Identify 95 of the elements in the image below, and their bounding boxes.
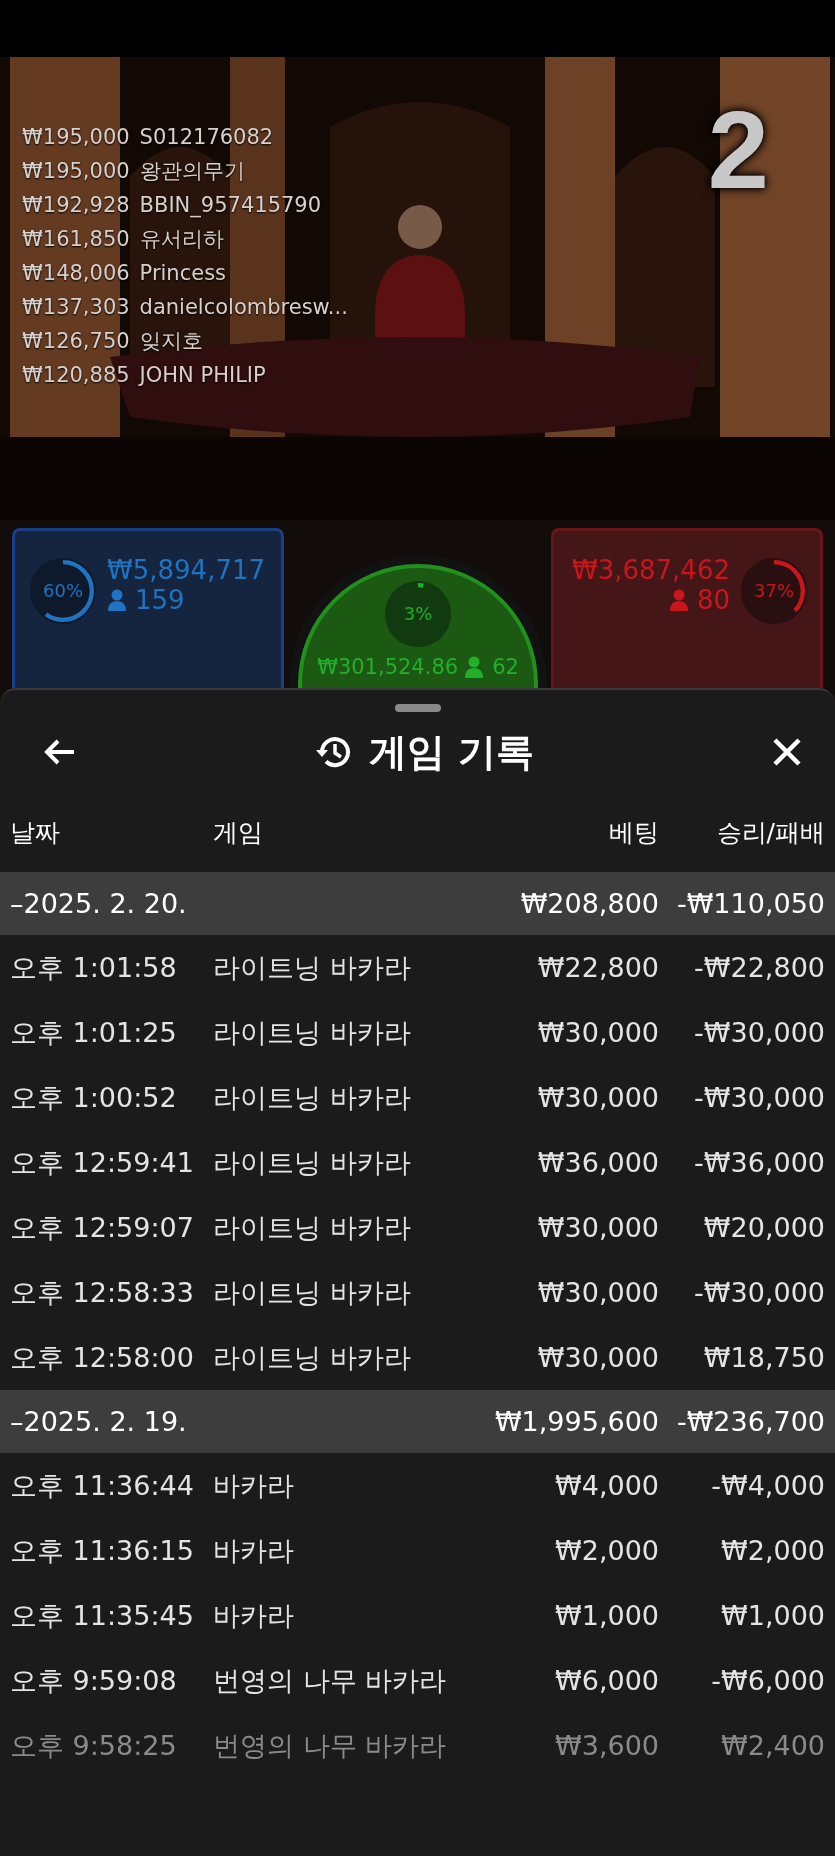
- table-cell-text: 라이트닝 바카라: [213, 1275, 412, 1310]
- table-cell-text: ₩3,600: [554, 1730, 659, 1761]
- column-header: 승리/패배: [715, 816, 825, 849]
- winner-amount: ₩161,850: [22, 226, 130, 253]
- group-bet: ₩1,995,600: [493, 1406, 659, 1437]
- table-cell-text: -₩30,000: [693, 1082, 825, 1113]
- table-cell-text: 라이트닝 바카라: [213, 1080, 412, 1115]
- player-count: 159: [135, 585, 185, 615]
- column-header: 게임: [213, 816, 264, 849]
- table-cell-text: 라이트닝 바카라: [213, 1015, 412, 1050]
- table-cell-text: 오후 12:59:41: [10, 1145, 195, 1180]
- table-cell-text: 오후 9:59:08: [10, 1663, 178, 1698]
- table-cell-text: ₩6,000: [554, 1665, 659, 1696]
- table-cell-text: ₩2,400: [720, 1730, 825, 1761]
- table-cell-text: 라이트닝 바카라: [213, 1340, 412, 1375]
- group-date: –2025. 2. 19.: [10, 1406, 188, 1437]
- person-icon: [107, 589, 127, 611]
- table-cell-text: 바카라: [213, 1598, 295, 1633]
- table-cell-text: -₩36,000: [693, 1147, 825, 1178]
- table-cell-text: ₩30,000: [536, 1342, 659, 1373]
- column-header: 날짜: [10, 816, 61, 849]
- table-cell-text: ₩2,000: [720, 1535, 825, 1566]
- percent-ring: [738, 555, 810, 627]
- winner-amount: ₩148,006: [22, 260, 130, 287]
- table-cell-text: 오후 1:01:25: [10, 1015, 178, 1050]
- winner-name: Princess: [139, 260, 227, 287]
- table-cell-text: 오후 1:00:52: [10, 1080, 178, 1115]
- winner-name: danielcolombresw...: [139, 294, 348, 321]
- table-cell-text: ₩18,750: [702, 1342, 825, 1373]
- percent-label: 37%: [754, 581, 794, 601]
- sheet-title: 게임 기록: [368, 728, 535, 776]
- table-cell-text: ₩30,000: [536, 1212, 659, 1243]
- table-cell-text: ₩20,000: [702, 1212, 825, 1243]
- group-result: -₩110,050: [675, 888, 825, 919]
- table-cell-text: 오후 12:58:33: [10, 1275, 195, 1310]
- winner-amount: ₩195,000: [22, 124, 130, 151]
- player-count: 80: [696, 585, 730, 615]
- percent-ring: [27, 555, 99, 627]
- player-count: 62: [492, 654, 519, 680]
- bet-total: ₩5,894,717: [107, 555, 266, 585]
- table-cell-text: 라이트닝 바카라: [213, 950, 412, 985]
- table-cell-text: ₩30,000: [536, 1017, 659, 1048]
- table-cell-text: 오후 1:01:58: [10, 950, 178, 985]
- table-cell-text: ₩1,000: [720, 1600, 825, 1631]
- table-cell-text: ₩30,000: [536, 1277, 659, 1308]
- percent-label: 60%: [43, 581, 83, 601]
- table-cell-text: ₩22,800: [536, 952, 659, 983]
- table-cell-text: -₩6,000: [710, 1665, 825, 1696]
- percent-ring: [382, 578, 454, 650]
- group-bet: ₩208,800: [519, 888, 659, 919]
- table-cell-text: ₩2,000: [554, 1535, 659, 1566]
- winner-name: S012176082: [139, 124, 274, 151]
- winner-name: JOHN PHILIP: [139, 362, 266, 389]
- table-cell-text: 오후 11:36:15: [10, 1533, 195, 1568]
- table-cell-text: 번영의 나무 바카라: [213, 1663, 448, 1698]
- table-cell-text: ₩1,000: [554, 1600, 659, 1631]
- table-cell-text: 라이트닝 바카라: [213, 1210, 412, 1245]
- drag-handle[interactable]: [394, 704, 441, 712]
- table-cell-text: 바카라: [213, 1468, 295, 1503]
- winner-amount: ₩137,303: [22, 294, 130, 321]
- group-result: -₩236,700: [675, 1406, 825, 1437]
- table-cell-text: -₩22,800: [693, 952, 825, 983]
- winner-amount: ₩120,885: [22, 362, 130, 389]
- column-header: 베팅: [608, 816, 659, 849]
- winner-name: 잊지호: [139, 328, 203, 355]
- percent-label: 3%: [403, 604, 433, 624]
- table-cell-text: ₩30,000: [536, 1082, 659, 1113]
- bet-total: ₩301,524.86: [317, 654, 459, 680]
- winner-amount: ₩126,750: [22, 328, 130, 355]
- table-cell-text: 오후 12:58:00: [10, 1340, 195, 1375]
- winner-name: BBIN_957415790: [139, 192, 322, 219]
- table-cell-text: 번영의 나무 바카라: [213, 1728, 448, 1763]
- bet-total: ₩3,687,462: [571, 555, 730, 585]
- date-group-row[interactable]: –2025. 2. 20. ₩208,800 -₩110,050: [0, 872, 835, 935]
- table-cell-text: ₩36,000: [536, 1147, 659, 1178]
- table-cell-text: 오후 9:58:25: [10, 1728, 178, 1763]
- person-icon: [668, 589, 689, 611]
- date-group-row[interactable]: –2025. 2. 19. ₩1,995,600 -₩236,700: [0, 1390, 835, 1453]
- winner-amount: ₩195,000: [22, 158, 130, 185]
- group-date: –2025. 2. 20.: [10, 888, 188, 919]
- winner-amount: ₩192,928: [22, 192, 130, 219]
- table-cell-text: 오후 11:36:44: [10, 1468, 195, 1503]
- bet-panel[interactable]: 37% ₩3,687,462 80: [551, 528, 823, 688]
- table-cell-text: 오후 11:35:45: [10, 1598, 195, 1633]
- table-cell-text: 바카라: [213, 1533, 295, 1568]
- table-cell-text: -₩30,000: [693, 1017, 825, 1048]
- table-cell-text: 오후 12:59:07: [10, 1210, 195, 1245]
- table-cell-text: ₩4,000: [554, 1470, 659, 1501]
- table-cell-text: -₩30,000: [693, 1277, 825, 1308]
- table-cell-text: 라이트닝 바카라: [213, 1145, 412, 1180]
- table-cell-text: -₩4,000: [710, 1470, 825, 1501]
- person-icon: [464, 656, 485, 678]
- bet-panel[interactable]: 60% ₩5,894,717 159: [12, 528, 284, 688]
- winner-name: 왕관의무기: [139, 158, 245, 185]
- winner-name: 유서리하: [139, 226, 224, 253]
